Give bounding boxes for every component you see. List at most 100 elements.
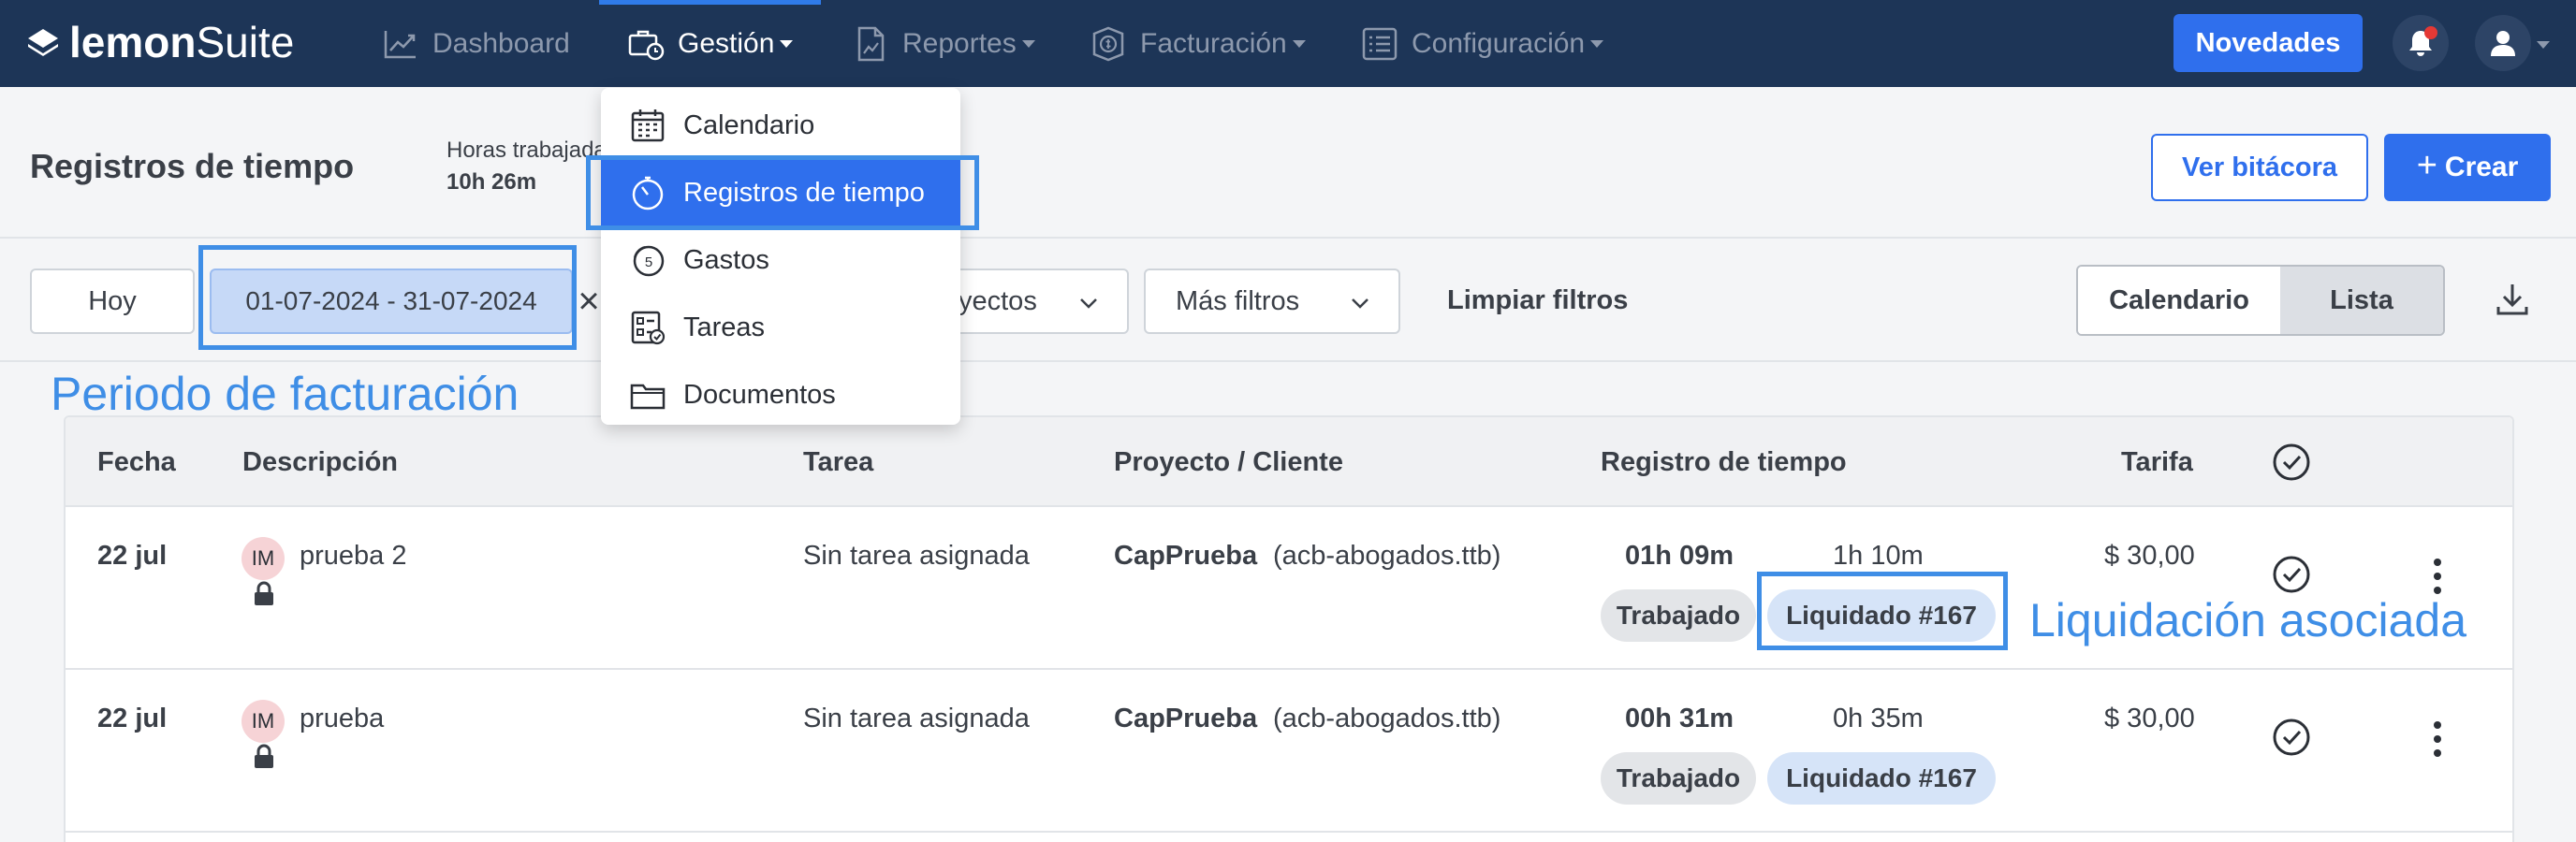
- view-calendario-button[interactable]: Calendario: [2078, 267, 2280, 334]
- avatar: IM: [242, 700, 285, 743]
- more-options-icon[interactable]: [2432, 556, 2443, 597]
- status-badge: Trabajado: [1601, 589, 1756, 642]
- annotation-periodo: Periodo de facturación: [51, 368, 520, 420]
- hours-worked-value: 10h 26m: [446, 169, 537, 195]
- row-tarifa: $ 30,00: [2104, 704, 2195, 733]
- hoy-button[interactable]: Hoy: [30, 269, 195, 334]
- chart-line-icon: [384, 30, 416, 58]
- projects-filter-label: yectos: [959, 285, 1037, 316]
- lock-icon: [255, 581, 273, 605]
- menu-item-tareas[interactable]: Tareas: [601, 294, 960, 361]
- annotation-liquidacion: Liquidación asociada: [2029, 594, 2467, 646]
- row-tiempo-facturable: 1h 10m: [1833, 541, 1924, 571]
- row-fecha: 22 jul: [97, 704, 168, 733]
- brand-name-bold: lemon: [69, 18, 197, 66]
- row-cliente: (acb-abogados.ttb): [1273, 541, 1501, 571]
- nav-configuracion[interactable]: Configuración: [1361, 0, 1604, 87]
- lock-icon: [255, 744, 273, 768]
- lemon-logo-icon: [28, 29, 58, 56]
- user-menu-button[interactable]: [2475, 15, 2531, 71]
- menu-item-gastos[interactable]: 5 Gastos: [601, 226, 960, 294]
- row-fecha: 22 jul: [97, 541, 168, 571]
- column-descripcion[interactable]: Descripción: [242, 447, 398, 478]
- row-tarea: Sin tarea asignada: [803, 541, 1030, 571]
- svg-text:5: 5: [645, 254, 652, 270]
- chevron-down-icon: [1292, 39, 1306, 48]
- column-registro[interactable]: Registro de tiempo: [1601, 447, 1847, 478]
- ver-bitacora-button[interactable]: Ver bitácora: [2151, 134, 2368, 201]
- nav-dashboard[interactable]: Dashboard: [382, 0, 570, 87]
- row-check-icon[interactable]: [2271, 717, 2312, 758]
- nav-reportes-label: Reportes: [902, 27, 1017, 59]
- menu-item-label: Tareas: [683, 312, 766, 342]
- list-settings-icon: [1362, 27, 1398, 60]
- download-icon[interactable]: [2494, 281, 2531, 318]
- annotation-box-menu-item: [586, 155, 979, 230]
- notification-dot: [2424, 26, 2437, 39]
- column-proyecto[interactable]: Proyecto / Cliente: [1114, 447, 1343, 478]
- status-badge: Trabajado: [1601, 752, 1756, 805]
- nav-reportes[interactable]: Reportes: [852, 0, 1035, 87]
- view-toggle: Calendario Lista: [2076, 265, 2445, 336]
- menu-item-label: Documentos: [683, 379, 836, 410]
- nav-facturacion[interactable]: Facturación: [1090, 0, 1306, 87]
- row-check-icon[interactable]: [2271, 554, 2312, 595]
- column-tarifa[interactable]: Tarifa: [2121, 447, 2193, 478]
- row-descripcion: prueba: [300, 704, 385, 733]
- row-cliente: (acb-abogados.ttb): [1273, 704, 1501, 733]
- row-proyecto: CapPrueba: [1114, 704, 1258, 733]
- tasks-icon: [631, 311, 666, 345]
- chevron-down-icon: [1021, 39, 1035, 48]
- crear-button-label: Crear: [2444, 152, 2519, 182]
- row-tiempo-facturable: 0h 35m: [1833, 704, 1924, 733]
- more-options-icon[interactable]: [2432, 719, 2443, 760]
- page-title: Registros de tiempo: [30, 147, 355, 185]
- avatar: IM: [242, 537, 285, 580]
- report-document-icon: [857, 26, 885, 61]
- view-lista-button[interactable]: Lista: [2280, 267, 2443, 334]
- menu-item-label: Gastos: [683, 244, 769, 275]
- column-fecha[interactable]: Fecha: [97, 447, 176, 478]
- novedades-button[interactable]: Novedades: [2174, 14, 2363, 72]
- row-tiempo: 00h 31m: [1625, 704, 1734, 733]
- table-row[interactable]: 22 jul IM prueba Sin tarea asignada CapP…: [66, 670, 2512, 833]
- nav-facturacion-label: Facturación: [1140, 27, 1287, 59]
- row-proyecto: CapPrueba: [1114, 541, 1258, 571]
- menu-item-calendario[interactable]: Calendario: [601, 92, 960, 159]
- chevron-down-icon: [780, 39, 794, 48]
- annotation-box-liquidation: [1757, 572, 2008, 650]
- liquidation-badge[interactable]: Liquidado #167: [1767, 752, 1996, 805]
- brand-logo[interactable]: lemon Suite: [24, 17, 294, 67]
- user-chevron-down-icon[interactable]: [2537, 41, 2550, 49]
- top-navigation: lemon Suite Dashboard Gestión Reportes Fa…: [0, 0, 2576, 87]
- clear-date-icon[interactable]: ×: [573, 278, 605, 325]
- row-tarea: Sin tarea asignada: [803, 704, 1030, 733]
- row-tarifa: $ 30,00: [2104, 541, 2195, 571]
- coin-icon: 5: [633, 245, 665, 277]
- gestion-dropdown-menu: Calendario Registros de tiempo 5 Gastos …: [601, 88, 960, 425]
- page-header: Registros de tiempo Horas trabajadas 10h…: [0, 87, 2576, 239]
- crear-button[interactable]: + Crear: [2384, 134, 2551, 201]
- nav-configuracion-label: Configuración: [1412, 27, 1586, 59]
- plus-icon: +: [2416, 145, 2437, 185]
- chevron-down-icon: [1352, 298, 1368, 309]
- clear-filters-link[interactable]: Limpiar filtros: [1447, 285, 1628, 316]
- more-filters-label: Más filtros: [1176, 285, 1300, 316]
- calendar-icon: [631, 109, 665, 142]
- select-all-check-icon[interactable]: [2271, 442, 2312, 483]
- column-tarea[interactable]: Tarea: [803, 447, 873, 478]
- row-descripcion: prueba 2: [300, 541, 407, 571]
- folder-icon: [630, 384, 666, 410]
- chevron-down-icon: [1590, 39, 1604, 48]
- nav-gestion-label: Gestión: [678, 27, 775, 59]
- briefcase-clock-icon: [628, 30, 665, 60]
- menu-item-documentos[interactable]: Documentos: [601, 361, 960, 428]
- brand-name-regular: Suite: [196, 18, 295, 66]
- user-icon: [2491, 31, 2515, 56]
- nav-gestion[interactable]: Gestión: [598, 0, 822, 87]
- more-filters-select[interactable]: Más filtros: [1144, 269, 1400, 334]
- notifications-button[interactable]: [2393, 15, 2449, 71]
- chevron-down-icon: [1080, 298, 1097, 309]
- row-tiempo: 01h 09m: [1625, 541, 1734, 571]
- nav-dashboard-label: Dashboard: [432, 27, 570, 59]
